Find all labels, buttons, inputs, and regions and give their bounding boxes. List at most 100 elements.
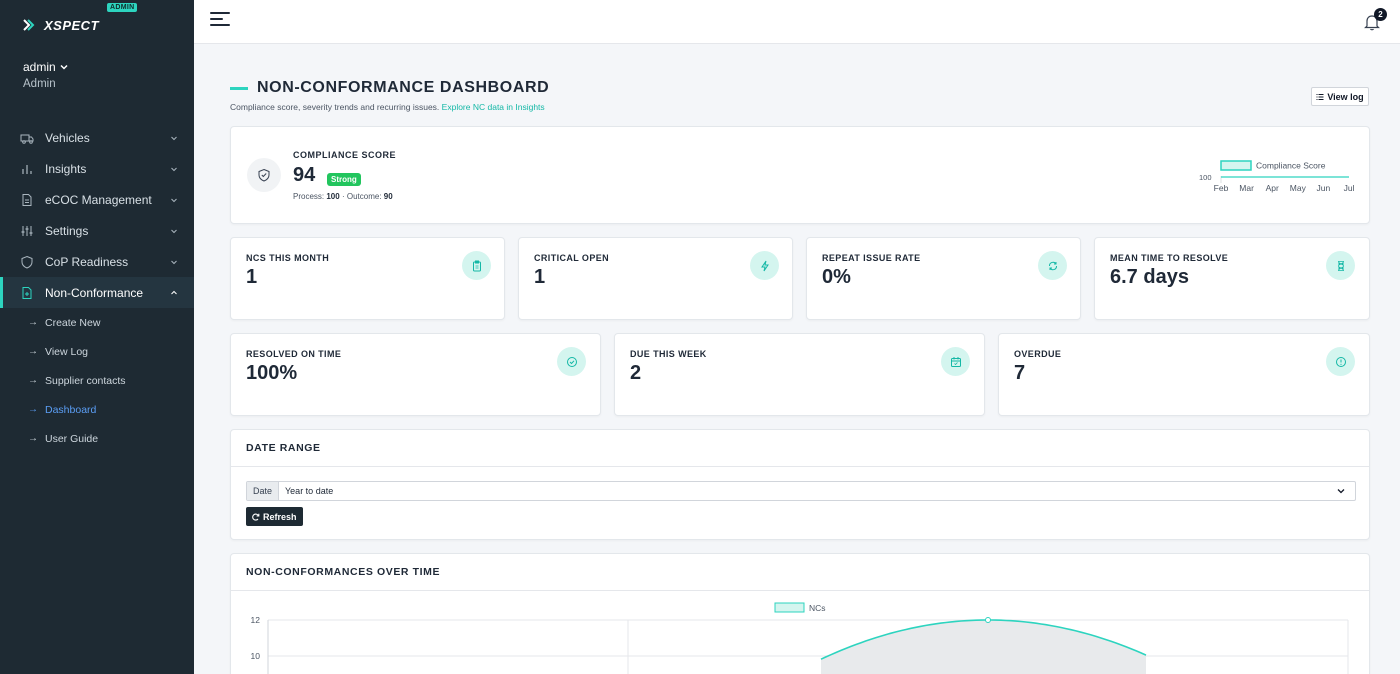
brand[interactable]: XSPECT [22, 16, 99, 34]
nc-series-area [821, 620, 1146, 674]
bar-chart-icon [20, 162, 34, 176]
stat-label: REPEAT ISSUE RATE [822, 253, 921, 263]
view-log-label: View log [1327, 91, 1364, 102]
stat-value: 1 [246, 266, 258, 288]
stat-label: NCS THIS MONTH [246, 253, 330, 263]
insights-link[interactable]: Explore NC data in Insights [442, 102, 545, 112]
page-subtitle: Compliance score, severity trends and re… [230, 102, 545, 112]
sidebar-item-label: eCOC Management [45, 192, 152, 207]
chevron-up-icon [171, 290, 177, 294]
sidebar-item-non-conformance[interactable]: Non-Conformance [0, 277, 194, 308]
stat-label: RESOLVED ON TIME [246, 349, 342, 359]
subnav-item-dashboard[interactable]: → Dashboard [0, 395, 194, 424]
sparkline-month-label: Feb [1214, 183, 1229, 193]
subnav-item-view-log[interactable]: → View Log [0, 337, 194, 366]
stat-label: CRITICAL OPEN [534, 253, 610, 263]
subnav-item-label: Dashboard [45, 403, 97, 416]
outcome-value: 90 [383, 192, 393, 201]
view-log-button[interactable]: View log [1311, 87, 1369, 106]
menu-toggle-icon[interactable] [210, 12, 230, 28]
sidebar-item-cop-readiness[interactable]: CoP Readiness [0, 246, 194, 277]
notification-count-badge: 2 [1374, 8, 1387, 21]
y-tick-label: 12 [251, 615, 261, 625]
page-title: NON-CONFORMANCE DASHBOARD [257, 79, 550, 96]
sidebar-item-vehicles[interactable]: Vehicles [0, 122, 194, 153]
sidebar-item-ecoc-management[interactable]: eCOC Management [0, 184, 194, 215]
sidebar-nav: Vehicles Insights eCOC Management Settin… [0, 122, 194, 453]
sidebar-item-insights[interactable]: Insights [0, 153, 194, 184]
process-label: Process: [293, 192, 325, 201]
check-circle-icon [557, 347, 586, 376]
stat-label: DUE THIS WEEK [630, 349, 707, 359]
stat-card-overdue: OVERDUE 7 [998, 333, 1370, 416]
stat-value: 2 [630, 362, 642, 384]
sidebar-item-label: CoP Readiness [45, 254, 129, 269]
subnav-item-label: View Log [45, 345, 89, 358]
chevron-down-icon [171, 260, 177, 264]
date-range-selected-value: Year to date [285, 486, 334, 496]
chevron-down-icon [60, 64, 68, 70]
alert-circle-icon [1326, 347, 1355, 376]
shield-icon [20, 255, 34, 269]
outcome-label: Outcome: [346, 192, 382, 201]
compliance-score-card: COMPLIANCE SCORE 94 Strong Process: 100 … [230, 126, 1370, 224]
nc-over-time-card: NON-CONFORMANCES OVER TIME NCs 12 10 [230, 553, 1370, 674]
sidebar-item-label: Insights [45, 161, 87, 176]
sparkline-month-label: Jun [1317, 183, 1331, 193]
arrow-right-icon: → [28, 433, 38, 444]
sidebar-item-label: Vehicles [45, 130, 90, 145]
legend-label: NCs [809, 603, 826, 613]
compliance-score-label: COMPLIANCE SCORE [293, 150, 397, 160]
nc-over-time-chart: NCs 12 10 [251, 602, 1349, 674]
user-menu[interactable]: admin [23, 60, 68, 74]
stat-card-resolved-on-time: RESOLVED ON TIME 100% [230, 333, 601, 416]
sliders-icon [20, 224, 34, 238]
subnav-item-supplier-contacts[interactable]: → Supplier contacts [0, 366, 194, 395]
stat-label: MEAN TIME TO RESOLVE [1110, 253, 1229, 263]
compliance-status-badge: Strong [327, 173, 361, 186]
legend-swatch [774, 602, 805, 613]
subnav-item-label: User Guide [45, 432, 99, 445]
date-addon-label: Date [247, 482, 279, 500]
y-tick-label: 10 [251, 651, 261, 661]
sparkline-month-label: Mar [1239, 183, 1254, 193]
chevron-down-icon [1327, 482, 1355, 500]
topbar: 2 [194, 0, 1400, 44]
stat-value: 100% [246, 362, 298, 384]
stat-card-repeat-issue-rate: REPEAT ISSUE RATE 0% [806, 237, 1081, 320]
compliance-score-value: 94 [293, 164, 316, 186]
user-name: admin [23, 60, 56, 74]
date-range-select[interactable]: Date Year to date [246, 481, 1356, 501]
xspect-logo-icon [23, 19, 35, 31]
lightning-icon [750, 251, 779, 280]
arrow-right-icon: → [28, 375, 38, 386]
stat-label: OVERDUE [1014, 349, 1062, 359]
sidebar: XSPECT ADMIN admin Admin Vehicles Insigh… [0, 0, 194, 674]
stat-card-ncs-this-month: NCS THIS MONTH 1 [230, 237, 505, 320]
stat-value: 6.7 days [1110, 266, 1189, 288]
truck-icon [20, 131, 34, 145]
subnav-item-label: Supplier contacts [45, 374, 126, 387]
refresh-button[interactable]: Refresh [246, 507, 303, 526]
nc-data-point [985, 617, 991, 623]
sparkline-y-tick: 100 [1199, 173, 1212, 182]
refresh-icon [252, 513, 260, 521]
title-accent-bar [230, 86, 248, 90]
sidebar-item-settings[interactable]: Settings [0, 215, 194, 246]
subnav-item-user-guide[interactable]: → User Guide [0, 424, 194, 453]
sidebar-item-label: Settings [45, 223, 89, 238]
stat-value: 1 [534, 266, 546, 288]
sparkline-x-axis: Feb Mar Apr May Jun Jul [1214, 183, 1355, 193]
compliance-sparkline: Compliance Score 100 Feb Mar Apr May Jun… [1199, 160, 1355, 193]
chevron-down-icon [171, 229, 177, 233]
hourglass-icon [1326, 251, 1355, 280]
calendar-icon [941, 347, 970, 376]
user-block: admin Admin [23, 60, 68, 90]
stat-card-critical-open: CRITICAL OPEN 1 [518, 237, 793, 320]
brand-name: XSPECT [44, 17, 100, 33]
subnav-item-create-new[interactable]: → Create New [0, 308, 194, 337]
document-icon [20, 193, 34, 207]
arrow-right-icon: → [28, 346, 38, 357]
user-role: Admin [23, 78, 56, 90]
sparkline-month-label: Jul [1344, 183, 1355, 193]
